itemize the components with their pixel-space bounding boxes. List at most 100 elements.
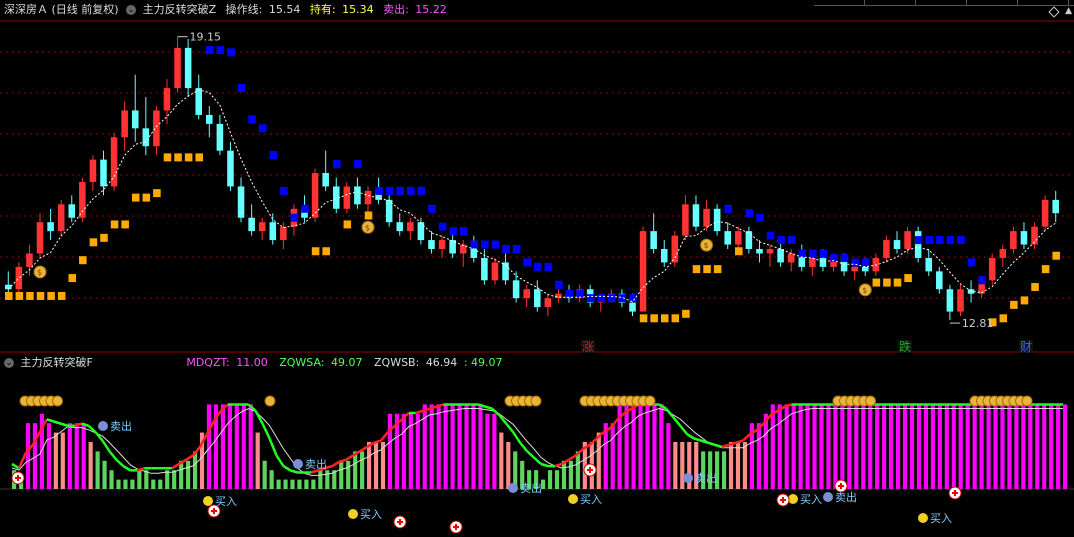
support-block: [5, 291, 13, 300]
ind-bar: [972, 404, 977, 489]
sad-icon: [823, 492, 833, 502]
candle-body: [280, 226, 287, 241]
smile-icon: [918, 513, 928, 523]
indicator-chart: 卖出买入卖出买入卖出买入卖出买入 卖出买入: [11, 395, 1068, 534]
ind-bar: [478, 404, 483, 489]
ind-bar: [575, 451, 580, 489]
support-block: [142, 193, 151, 202]
indicator-menu-icon-2[interactable]: ⌄: [4, 358, 14, 368]
ind-bar: [192, 451, 198, 489]
support-block: [131, 193, 140, 202]
stock-name[interactable]: 深深房Ａ: [0, 0, 48, 20]
zqwsa-line: [526, 450, 535, 459]
candle-body: [354, 186, 361, 205]
candle-body: [206, 114, 213, 124]
ind-bar: [492, 413, 497, 489]
candle-body: [1031, 226, 1038, 245]
ind-bar: [826, 404, 831, 489]
zqwsa-line: [94, 431, 104, 442]
ind-bar: [46, 423, 51, 489]
ind-bar: [721, 451, 727, 489]
candle-body: [1041, 199, 1049, 227]
ind-bar: [1000, 404, 1005, 489]
resistance-block: [449, 227, 457, 236]
ind-bar: [130, 479, 135, 489]
candle-body: [766, 249, 774, 254]
ind-bar: [805, 404, 810, 489]
candle-body: [946, 289, 954, 312]
candle-body: [26, 253, 33, 267]
zqwsa-line: [53, 420, 62, 425]
zqwsa-line: [700, 439, 709, 444]
support-block: [68, 274, 77, 283]
support-block: [650, 314, 658, 323]
ind-bar: [882, 404, 887, 489]
ind-bar: [241, 404, 246, 489]
ind-bar: [965, 404, 970, 489]
zqwsa-line: [275, 454, 285, 467]
money-bag-glyph: $: [704, 241, 709, 250]
ind-bar: [1014, 404, 1019, 489]
support-block: [671, 314, 680, 323]
support-block: [660, 314, 669, 323]
candle-body: [713, 208, 721, 232]
ind-bar: [485, 413, 490, 489]
resistance-block: [375, 186, 383, 195]
candle-body: [650, 231, 657, 250]
resistance-block: [332, 160, 341, 169]
op-value: 15.54: [268, 3, 301, 16]
ind-bar: [95, 451, 100, 489]
ind-bar: [262, 460, 267, 489]
candle-body: [999, 249, 1007, 258]
candle-body: [322, 173, 329, 187]
candle-body: [121, 110, 128, 138]
indicator-menu-icon[interactable]: ⌄: [126, 5, 137, 15]
zqwsa-line: [373, 439, 382, 444]
support-block: [110, 220, 119, 229]
candle-body: [216, 123, 224, 151]
zqwsa-line: [122, 465, 131, 472]
candle-body: [787, 253, 795, 263]
signal-label: 买入: [360, 508, 382, 521]
zqwsa-line: [679, 424, 689, 436]
zqwsa-line: [290, 469, 298, 474]
ind-bar: [304, 479, 309, 489]
support-block: [174, 153, 182, 162]
resistance-block: [206, 46, 214, 55]
indicator-name[interactable]: 主力反转突破Z: [143, 0, 217, 20]
period-label[interactable]: (日线 前复权): [52, 0, 119, 20]
zqwsa-line: [735, 439, 744, 444]
support-block: [163, 153, 172, 162]
support-block: [1010, 300, 1018, 309]
resistance-block: [544, 262, 553, 271]
ind-bar: [443, 404, 448, 489]
indicator-f-name[interactable]: 主力反转突破F: [21, 353, 93, 373]
ind-bar: [25, 423, 31, 489]
resistance-block: [840, 253, 849, 262]
ind-bar: [847, 404, 852, 489]
candle-body: [629, 302, 636, 312]
candle-body: [227, 150, 234, 187]
money-bag-icon: [1021, 395, 1033, 407]
zqwsb-label: ZQWSB:: [374, 356, 420, 369]
zqwsa-label: ZQWSA:: [279, 356, 325, 369]
support-block: [893, 278, 902, 287]
candle-body: [692, 204, 700, 227]
candle-body: [57, 204, 65, 232]
ind-bar: [756, 423, 761, 489]
resistance-block: [491, 240, 500, 249]
candle-body: [914, 231, 922, 258]
ind-bar: [81, 423, 86, 489]
resistance-block: [280, 186, 288, 195]
candle-body: [904, 231, 911, 250]
resistance-block: [914, 236, 923, 245]
candle-body: [639, 231, 647, 312]
ind-bar: [464, 404, 469, 489]
zqwsa-line: [415, 409, 424, 415]
zqwsa-line: [115, 458, 125, 468]
candle-body: [936, 271, 943, 290]
ind-bar: [436, 404, 441, 489]
resistance-block: [861, 258, 870, 267]
resistance-block: [597, 294, 606, 303]
ind-bar: [840, 404, 845, 489]
